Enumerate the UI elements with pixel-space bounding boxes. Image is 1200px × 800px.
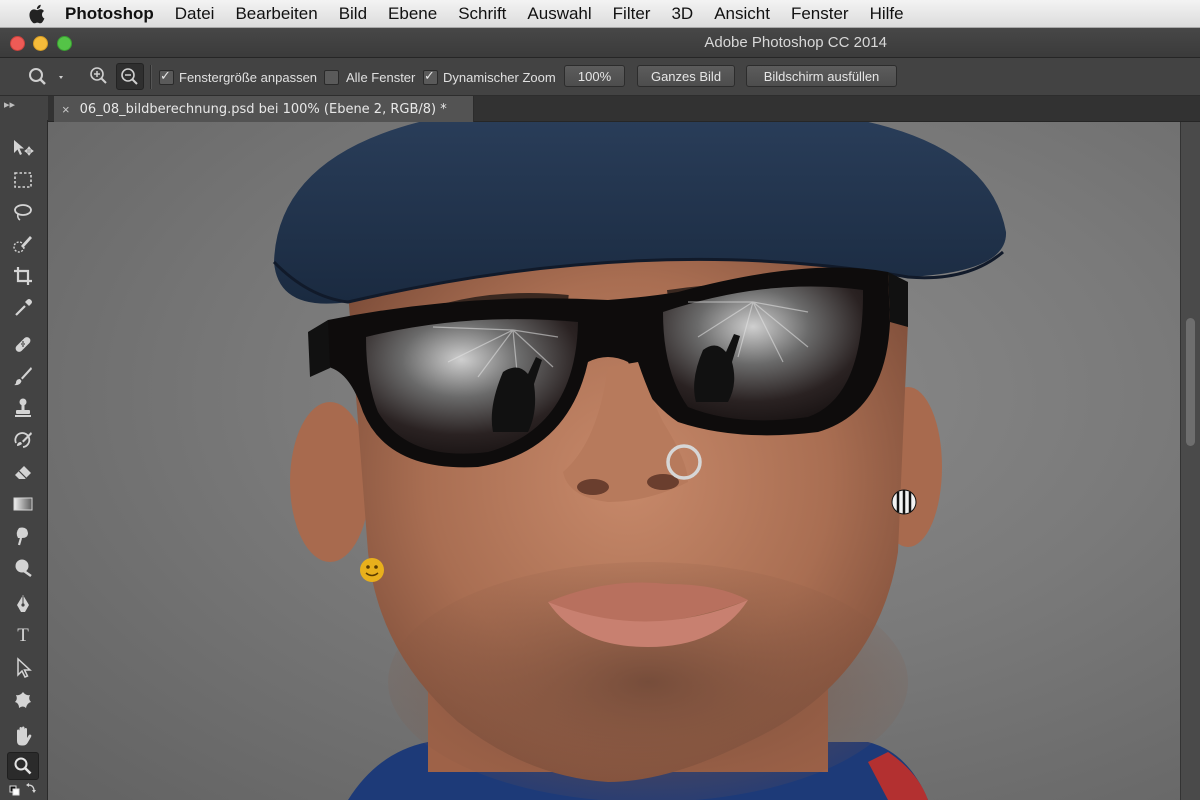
options-divider xyxy=(150,65,152,89)
path-selection-tool[interactable] xyxy=(7,654,39,682)
scrubby-zoom-option[interactable]: Dynamischer Zoom xyxy=(423,68,556,85)
menu-filter[interactable]: Filter xyxy=(613,4,651,24)
stamp-icon xyxy=(15,398,31,417)
path-selection-icon xyxy=(17,657,32,678)
healing-brush-tool[interactable] xyxy=(7,330,39,358)
dodge-icon xyxy=(15,559,32,578)
all-windows-label: Alle Fenster xyxy=(346,70,416,85)
apple-icon[interactable] xyxy=(25,3,47,25)
band-aid-icon xyxy=(15,337,31,352)
menu-hilfe[interactable]: Hilfe xyxy=(870,4,904,24)
history-brush-tool[interactable] xyxy=(7,426,39,454)
portrait-image xyxy=(272,122,1007,800)
all-windows-checkbox[interactable] xyxy=(324,70,339,85)
blur-tool[interactable] xyxy=(7,522,39,550)
magnifier-icon xyxy=(14,757,32,775)
menu-fenster[interactable]: Fenster xyxy=(791,4,849,24)
rectangular-marquee-icon xyxy=(14,172,32,188)
eyedropper-icon xyxy=(15,299,32,316)
document-tab-bar: × 06_08_bildberechnung.psd bei 100% (Ebe… xyxy=(48,96,1200,122)
menu-3d[interactable]: 3D xyxy=(671,4,693,24)
all-windows-option[interactable]: Alle Fenster xyxy=(324,70,415,85)
crop-icon xyxy=(14,267,32,285)
custom-shape-tool[interactable] xyxy=(7,686,39,714)
pen-tool[interactable] xyxy=(7,590,39,618)
dodge-tool[interactable] xyxy=(7,554,39,582)
fit-window-option[interactable]: Fenstergröße anpassen xyxy=(159,68,318,85)
gradient-icon xyxy=(13,497,33,511)
window-close-button[interactable] xyxy=(10,36,25,51)
menu-auswahl[interactable]: Auswahl xyxy=(527,4,591,24)
hand-tool[interactable] xyxy=(7,722,39,750)
eraser-tool[interactable] xyxy=(7,458,39,486)
clone-stamp-tool[interactable] xyxy=(7,394,39,422)
move-tool[interactable] xyxy=(7,134,39,162)
document-canvas[interactable] xyxy=(48,122,1180,800)
quick-selection-tool[interactable] xyxy=(7,230,39,258)
document-tab-title: 06_08_bildberechnung.psd bei 100% (Ebene… xyxy=(79,101,447,117)
window-maximize-button[interactable] xyxy=(57,36,72,51)
menu-ansicht[interactable]: Ansicht xyxy=(714,4,770,24)
fit-window-checkbox[interactable] xyxy=(159,68,174,85)
scrubby-zoom-checkbox[interactable] xyxy=(423,68,438,85)
window-minimize-button[interactable] xyxy=(33,36,48,51)
hand-icon xyxy=(17,726,32,746)
pen-icon xyxy=(17,595,29,612)
type-tool-icon: T xyxy=(17,625,29,646)
gradient-tool[interactable] xyxy=(7,490,39,518)
menu-ebene[interactable]: Ebene xyxy=(388,4,437,24)
quick-selection-icon xyxy=(13,236,32,253)
zoom-in-icon xyxy=(90,67,107,84)
tool-preset-picker[interactable] xyxy=(26,66,66,88)
vertical-scrollbar[interactable] xyxy=(1180,122,1200,800)
menu-datei[interactable]: Datei xyxy=(175,4,215,24)
scrollbar-thumb[interactable] xyxy=(1186,318,1195,446)
eyedropper-tool[interactable] xyxy=(7,294,39,322)
document-tab[interactable]: × 06_08_bildberechnung.psd bei 100% (Ebe… xyxy=(54,96,474,122)
fit-window-label: Fenstergröße anpassen xyxy=(179,70,318,85)
collapse-panel-icon[interactable]: ▸▸ xyxy=(4,98,15,111)
lasso-tool[interactable] xyxy=(7,198,39,226)
menu-bar: Photoshop Datei Bearbeiten Bild Ebene Sc… xyxy=(0,0,1200,28)
move-tool-icon xyxy=(14,140,34,156)
tools-panel: T xyxy=(0,120,48,800)
scrubby-zoom-label: Dynamischer Zoom xyxy=(443,70,556,85)
color-swatches[interactable] xyxy=(7,780,39,800)
menu-photoshop[interactable]: Photoshop xyxy=(65,4,154,24)
marquee-tool[interactable] xyxy=(7,166,39,194)
type-tool[interactable]: T xyxy=(7,622,39,650)
history-brush-icon xyxy=(14,432,32,448)
zoom-tool-icon xyxy=(29,68,63,85)
close-document-icon[interactable]: × xyxy=(62,102,70,117)
eraser-icon xyxy=(15,466,31,479)
default-colors-icon xyxy=(9,783,36,796)
brush-tool[interactable] xyxy=(7,362,39,390)
custom-shape-icon xyxy=(15,692,31,708)
window-title-bar: Adobe Photoshop CC 2014 xyxy=(0,28,1200,58)
menu-schrift[interactable]: Schrift xyxy=(458,4,506,24)
menu-bearbeiten[interactable]: Bearbeiten xyxy=(235,4,317,24)
options-bar: Fenstergröße anpassen Alle Fenster Dynam… xyxy=(0,58,1200,96)
zoom-100-button[interactable]: 100% xyxy=(564,65,625,87)
window-title: Adobe Photoshop CC 2014 xyxy=(704,34,887,51)
zoom-tool[interactable] xyxy=(7,752,39,780)
crop-tool[interactable] xyxy=(7,262,39,290)
zoom-in-button[interactable] xyxy=(88,65,110,87)
menu-bild[interactable]: Bild xyxy=(339,4,367,24)
fill-screen-button[interactable]: Bildschirm ausfüllen xyxy=(746,65,897,87)
zoom-out-button[interactable] xyxy=(116,63,144,90)
zoom-out-icon xyxy=(121,67,138,85)
fit-screen-button[interactable]: Ganzes Bild xyxy=(637,65,735,87)
brush-icon xyxy=(14,367,32,386)
lasso-icon xyxy=(14,204,32,221)
smudge-icon xyxy=(16,527,28,546)
